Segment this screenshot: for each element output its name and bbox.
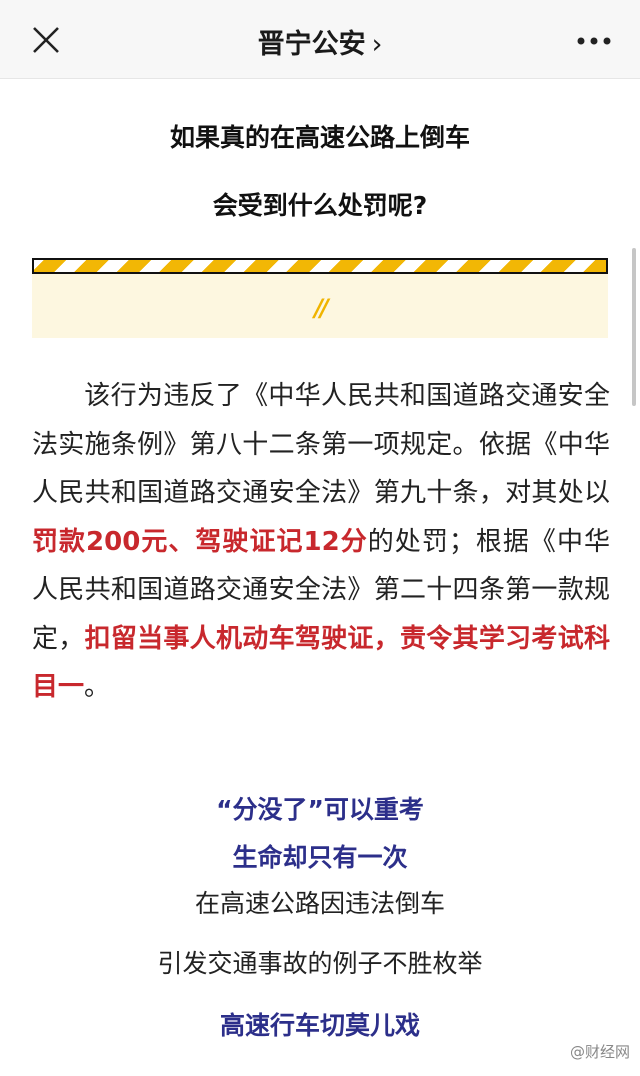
closing-line-5: 高速行车切莫儿戏 [219,1011,420,1040]
top-nav-bar: 晋宁公安 › [0,0,640,79]
slash-mark-icon: // [314,294,329,322]
banner-box: // [32,274,608,338]
scrollbar[interactable] [632,248,636,406]
closing-line-1: “分没了”可以重考 [216,795,424,824]
account-name[interactable]: 晋宁公安 [258,29,366,60]
closing-line-2: 生命却只有一次 [232,843,408,872]
decorative-banner: // [32,258,608,338]
closing-line-3: 在高速公路因违法倒车 [194,889,445,918]
article-heading-line1: 如果真的在高速公路上倒车 [169,123,470,152]
source-watermark: @财经网 [569,1043,630,1061]
more-icon[interactable] [576,36,612,46]
penalty-highlight: 罚款200元、驾驶证记12分 [32,526,368,557]
article-heading-line2: 会受到什么处罚呢? [212,191,428,220]
body-text-3: 。 [84,672,111,702]
account-title[interactable]: 晋宁公安 › [0,22,640,61]
chevron-right-icon[interactable]: › [372,29,383,60]
body-text-1: 该行为违反了《中华人民共和国道路交通安全法实施条例》第八十二条第一项规定。依据《… [32,381,610,508]
closing-line-4: 引发交通事故的例子不胜枚举 [157,949,483,978]
hazard-stripe [32,258,608,274]
license-detain-highlight: 扣留当事人机动车驾驶证，责令其学习考试科目一 [32,623,610,703]
article-body-paragraph: 该行为违反了《中华人民共和国道路交通安全法实施条例》第八十二条第一项规定。依据《… [32,372,610,712]
